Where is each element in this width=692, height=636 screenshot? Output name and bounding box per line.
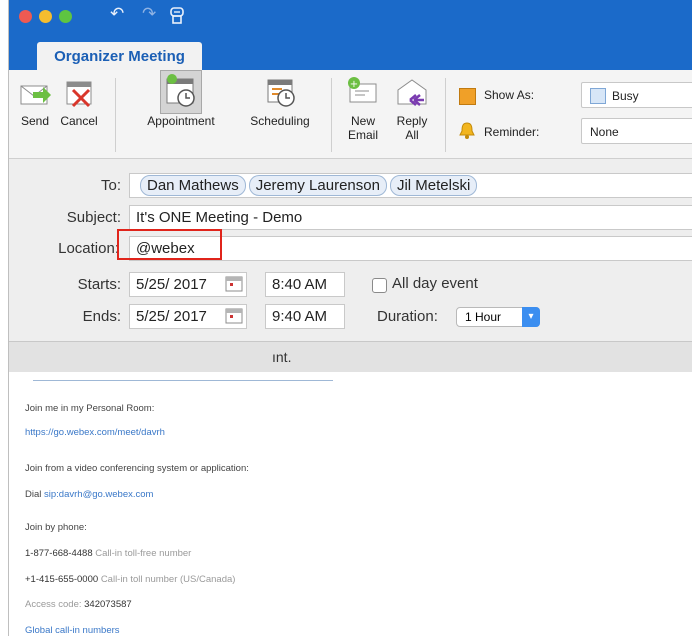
dial-prefix: Dial [25,489,42,500]
info-bar: ınt. [9,341,692,373]
recipient-chip[interactable]: Jil Metelski [389,175,478,196]
body-line-access: Access code: 342073587 [25,599,132,610]
scheduling-button[interactable]: Scheduling [241,70,319,128]
body-line-phone1: 1-877-668-4488 Call-in toll-free number [25,548,191,559]
recipient-chip[interactable]: Dan Mathews [140,175,246,196]
scheduling-icon [267,79,295,107]
phone1-desc: Call-in toll-free number [95,548,192,559]
cancel-label: Cancel [60,114,98,128]
send-label: Send [20,114,50,128]
chevron-down-icon: ▾ [522,307,540,327]
phone1-number: 1-877-668-4488 [25,548,93,559]
body-divider [33,380,333,381]
scheduling-label: Scheduling [250,114,310,128]
minimize-window-button[interactable] [39,10,52,23]
phone2-desc: Call-in toll number (US/Canada) [100,574,236,585]
appointment-button[interactable]: Appointment [121,70,241,128]
ribbon: Send Cancel Appointment Scheduling + New… [9,70,692,159]
all-day-label: All day event [392,275,478,292]
location-label: Location: [58,240,119,257]
body-line-personal-room: Join me in my Personal Room: [25,403,155,414]
start-time-input[interactable]: 8:40 AM [265,272,345,297]
ribbon-separator [115,78,116,152]
start-calendar-icon[interactable] [225,275,245,295]
new-email-icon: + [348,77,377,103]
cancel-icon [66,81,92,108]
ends-label: Ends: [82,308,121,325]
reply-all-label-1: Reply [396,114,428,128]
new-email-button[interactable]: + New Email [342,70,384,142]
starts-label: Starts: [77,276,121,293]
end-calendar-icon[interactable] [225,307,245,327]
send-button[interactable]: Send [15,70,55,128]
subject-input[interactable]: It's ONE Meeting - Demo [129,205,692,230]
show-as-select[interactable]: Busy [581,82,692,108]
appointment-label: Appointment [147,114,215,128]
show-as-value: Busy [612,89,639,103]
body-line-video: Join from a video conferencing system or… [25,463,249,474]
dial-link[interactable]: sip:davrh@go.webex.com [44,489,153,500]
tab-organizer-meeting[interactable]: Organizer Meeting [37,42,202,70]
close-window-button[interactable] [19,10,32,23]
svg-text:+: + [350,79,358,90]
reminder-select[interactable]: None [581,118,692,144]
phone2-number: +1-415-655-0000 [25,574,99,585]
end-time-input[interactable]: 9:40 AM [265,304,345,329]
body-line-dial: Dial sip:davrh@go.webex.com [25,489,153,500]
reminder-label: Reminder: [484,125,540,139]
meeting-form: To: Dan Mathews Jeremy Laurenson Jil Metel… [9,159,692,341]
body-line-phone2: +1-415-655-0000 Call-in toll number (US/… [25,574,235,585]
title-bar: ↶ ↷ [9,0,692,38]
all-day-checkbox[interactable] [372,278,387,293]
global-numbers-link[interactable]: Global call-in numbers [25,625,120,636]
ribbon-separator [331,78,332,152]
redo-icon[interactable]: ↷ [142,4,156,24]
info-bar-text: ınt. [272,349,292,365]
reminder-value: None [590,125,619,139]
customize-toolbar-icon[interactable] [169,6,187,31]
reply-all-button[interactable]: Reply All [389,70,435,142]
end-date-value: 5/25/ 2017 [136,308,207,325]
busy-swatch-icon [590,88,606,104]
cancel-button[interactable]: Cancel [55,70,103,128]
location-highlight-box [117,229,222,260]
show-as-label: Show As: [484,88,535,102]
meeting-window: ↶ ↷ Organizer Meeting Send Cancel Appoin… [8,0,692,636]
ribbon-separator [445,78,446,152]
reminder-bell-icon [458,121,476,146]
subject-label: Subject: [66,209,121,226]
to-label: To: [100,177,121,194]
new-email-label-1: New [350,114,375,128]
access-code-label: Access code: [25,599,82,610]
start-date-value: 5/25/ 2017 [136,276,207,293]
ribbon-tab-strip: Organizer Meeting [9,38,692,70]
personal-room-link[interactable]: https://go.webex.com/meet/davrh [25,427,165,438]
send-icon [20,85,51,105]
reply-all-icon [397,79,427,106]
body-line-phone: Join by phone: [25,522,87,533]
duration-select[interactable]: 1 Hour ▾ [456,307,540,327]
new-email-label-2: Email [347,128,378,142]
duration-value: 1 Hour [465,310,502,324]
show-as-icon [459,88,476,105]
appointment-icon [166,74,195,107]
recipient-chip[interactable]: Jeremy Laurenson [248,175,387,196]
reply-all-label-2: All [405,128,419,142]
zoom-window-button[interactable] [59,10,72,23]
access-code-value: 342073587 [84,599,132,610]
duration-label: Duration: [377,308,438,325]
message-body[interactable]: Join me in my Personal Room: https://go.… [9,372,692,636]
undo-icon[interactable]: ↶ [110,4,124,24]
to-field[interactable]: Dan Mathews Jeremy Laurenson Jil Metelski [129,173,692,198]
